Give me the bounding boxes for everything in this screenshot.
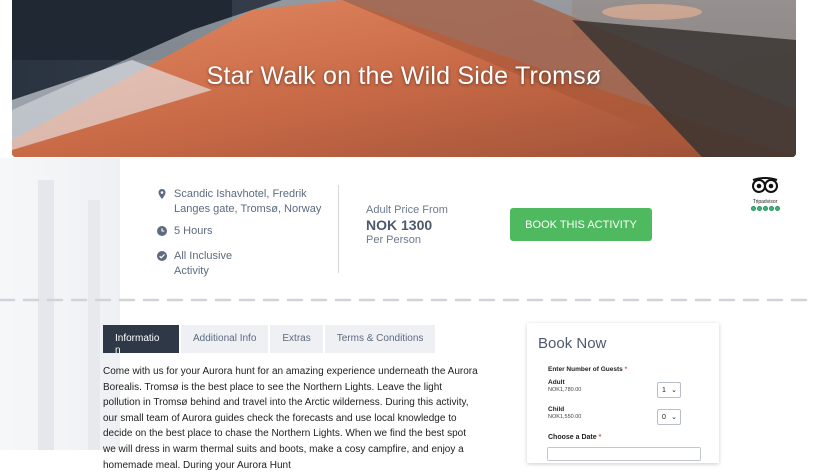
- hero-banner: Star Walk on the Wild Side Tromsø: [12, 0, 796, 157]
- chevron-down-icon: ⌄: [671, 387, 677, 394]
- duration-text: 5 Hours: [174, 225, 213, 237]
- chevron-down-icon: ⌄: [671, 414, 677, 421]
- rating-dot: [774, 206, 780, 211]
- section-divider: [0, 298, 815, 302]
- adult-price: NOK1,780.00: [548, 387, 582, 393]
- tripadvisor-badge[interactable]: Tripadvisor: [746, 177, 784, 211]
- page-title: Star Walk on the Wild Side Tromsø: [206, 62, 602, 90]
- date-input[interactable]: [547, 447, 701, 461]
- location-line-2: Langes gate, Tromsø, Norway: [174, 203, 322, 215]
- book-activity-button[interactable]: BOOK THIS ACTIVITY: [510, 208, 652, 241]
- location-pin-icon: [158, 189, 166, 199]
- tab-additional-info[interactable]: Additional Info: [181, 325, 269, 353]
- inclusive-text: All Inclusive Activity: [174, 249, 232, 279]
- inclusive-line-2: Activity: [174, 265, 209, 277]
- inclusive-line-1: All Inclusive: [174, 250, 233, 262]
- price-unit: Per Person: [366, 234, 422, 246]
- tripadvisor-label: Tripadvisor: [752, 199, 778, 205]
- rating-dot: [762, 206, 768, 211]
- child-quantity-value: 0: [662, 414, 666, 421]
- adult-label: Adult: [548, 379, 565, 386]
- location-line-1: Scandic Ishavhotel, Fredrik: [174, 188, 307, 200]
- tab-terms-conditions[interactable]: Terms & Conditions: [324, 325, 436, 353]
- tab-extras[interactable]: Extras: [270, 325, 323, 353]
- activity-description: Come with us for your Aurora hunt for an…: [103, 366, 478, 471]
- required-marker: *: [624, 366, 628, 373]
- price-value: NOK 1300: [366, 217, 433, 233]
- date-label-text: Choose a Date: [548, 434, 597, 441]
- guests-label-text: Enter Number of Guests: [548, 366, 623, 373]
- tripadvisor-rating: [746, 206, 784, 211]
- price-label: Adult Price From: [366, 204, 448, 216]
- adult-quantity-select[interactable]: 1 ⌄: [657, 382, 681, 398]
- background-tree-trunk: [38, 180, 54, 450]
- rating-dot: [768, 206, 774, 211]
- required-marker: *: [598, 434, 602, 441]
- child-price: NOK1,550.00: [548, 414, 582, 420]
- date-label: Choose a Date *: [548, 434, 601, 441]
- content-tabs: Informatio n Additional Info Extras Term…: [103, 325, 437, 353]
- child-quantity-select[interactable]: 0 ⌄: [657, 409, 681, 425]
- rating-dot: [750, 206, 756, 211]
- booking-title: Book Now: [538, 335, 607, 352]
- adult-quantity-value: 1: [662, 387, 666, 394]
- guests-label: Enter Number of Guests *: [548, 366, 627, 373]
- location-text: Scandic Ishavhotel, Fredrik Langes gate,…: [174, 187, 321, 217]
- clock-icon: [157, 226, 167, 236]
- background-texture: [0, 158, 120, 450]
- booking-panel: Book Now Enter Number of Guests * Adult …: [527, 323, 719, 463]
- child-label: Child: [548, 406, 565, 413]
- rating-dot: [756, 206, 762, 211]
- vertical-divider: [338, 185, 339, 273]
- tab-information[interactable]: Informatio n: [103, 325, 179, 353]
- tripadvisor-owl-icon: [752, 177, 778, 193]
- check-circle-icon: [157, 251, 167, 261]
- background-tree-trunk: [88, 200, 100, 450]
